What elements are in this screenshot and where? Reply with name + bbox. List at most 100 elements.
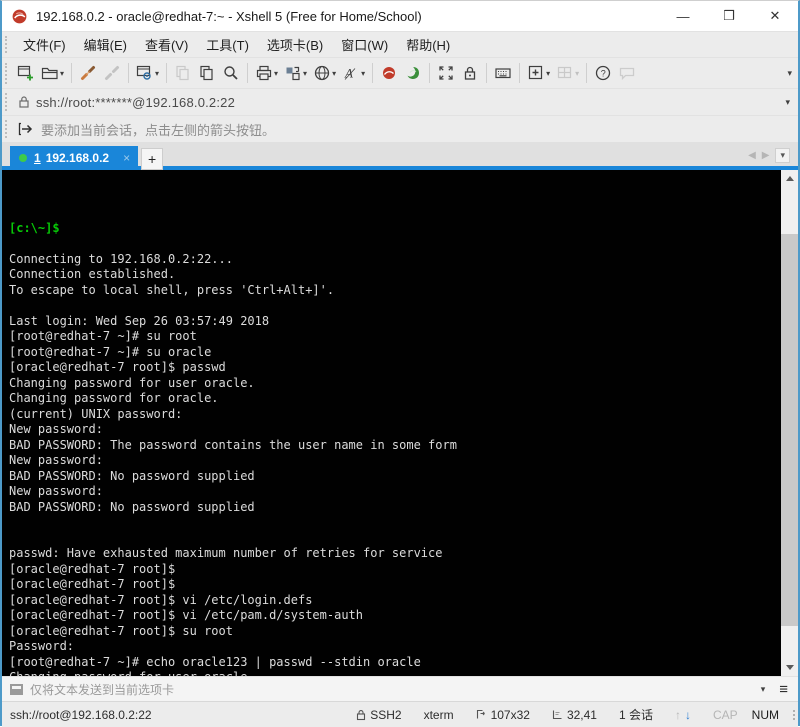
terminal-line [9,298,781,314]
terminal-line: [c:\~]$ [9,221,781,237]
terminal-line: Last login: Wed Sep 26 03:57:49 2018 [9,314,781,330]
terminal-line: To escape to local shell, press 'Ctrl+Al… [9,283,781,299]
open-folder-icon[interactable]: ▾ [38,61,67,86]
font-dropdown-icon[interactable]: ▾ [361,69,365,78]
terminal-line: New password: [9,484,781,500]
print-dropdown-icon[interactable]: ▾ [274,69,278,78]
title-bar: 192.168.0.2 - oracle@redhat-7:~ - Xshell… [2,1,798,31]
web-dropdown-icon[interactable]: ▾ [332,69,336,78]
print-icon[interactable]: ▾ [252,61,281,86]
scrollbar-thumb[interactable] [781,234,798,626]
session-properties-icon[interactable]: ▾ [133,61,162,86]
terminal-line: [oracle@redhat-7 root]$ [9,562,781,578]
tile-windows-icon: ▾ [553,61,582,86]
terminal-line [9,236,781,252]
status-protocol: SSH2 [356,708,401,722]
terminal-line: New password: [9,422,781,438]
status-cursor-position: 32,41 [552,708,597,722]
new-xftp-icon[interactable] [401,61,425,86]
menu-help[interactable]: 帮助(H) [397,31,459,58]
scroll-top-icon[interactable]: ↑ [675,708,681,722]
info-bar: 要添加当前会话，点击左侧的箭头按钮。 [2,115,798,142]
send-menu-icon[interactable]: ≡ [779,681,788,698]
menu-tab[interactable]: 选项卡(B) [258,31,332,58]
copy-icon [171,61,195,86]
tile-dropdown-icon: ▾ [575,69,579,78]
transfer-dropdown-icon[interactable]: ▾ [303,69,307,78]
terminal-line [9,531,781,547]
terminal-line: [root@redhat-7 ~]# echo oracle123 | pass… [9,655,781,671]
menu-bar: 文件(F) 编辑(E) 查看(V) 工具(T) 选项卡(B) 窗口(W) 帮助(… [2,31,798,57]
send-text-bar: 仅将文本发送到当前选项卡 ▾ ≡ [2,676,798,701]
status-lock-icon [356,709,366,721]
terminal-line: BAD PASSWORD: No password supplied [9,500,781,516]
send-target-icon[interactable] [10,684,23,695]
new-tab-button[interactable]: + [141,148,163,170]
new-session-icon[interactable] [14,61,38,86]
terminal-line: [oracle@redhat-7 root]$ su root [9,624,781,640]
minimize-button[interactable]: — [660,1,706,31]
soft-keypad-icon[interactable] [491,61,515,86]
close-button[interactable]: ✕ [752,1,798,31]
properties-dropdown-icon[interactable]: ▾ [155,69,159,78]
terminal-line [9,515,781,531]
tab-close-icon[interactable]: × [123,151,130,165]
menubar-gripper [5,36,10,54]
info-text: 要添加当前会话，点击左侧的箭头按钮。 [34,120,275,139]
tab-label: 192.168.0.2 [46,151,109,165]
status-scroll-arrows[interactable]: ↑ ↓ [675,708,691,722]
terminal-line: [oracle@redhat-7 root]$ vi /etc/login.de… [9,593,781,609]
terminal-line: passwd: Have exhausted maximum number of… [9,546,781,562]
menu-file[interactable]: 文件(F) [14,31,75,58]
session-tab[interactable]: 1 192.168.0.2 × [10,146,138,170]
maximize-button[interactable]: ❒ [706,1,752,31]
terminal-line: [root@redhat-7 ~]# su oracle [9,345,781,361]
find-icon[interactable] [219,61,243,86]
open-dropdown-icon[interactable]: ▾ [60,69,64,78]
menu-view[interactable]: 查看(V) [136,31,197,58]
xshell-logo-icon [11,8,28,25]
address-dropdown-icon[interactable]: ▾ [785,97,790,108]
menu-edit[interactable]: 编辑(E) [75,31,136,58]
scroll-bottom-icon[interactable]: ↓ [685,708,691,722]
terminal-line: (current) UNIX password: [9,407,781,423]
status-size: 107x32 [476,708,530,722]
address-bar: ssh://root:*******@192.168.0.2:22 ▾ [2,88,798,115]
terminal-line: BAD PASSWORD: No password supplied [9,469,781,485]
tab-list-dropdown-icon[interactable]: ▾ [775,148,790,163]
address-input[interactable]: ssh://root:*******@192.168.0.2:22 [30,95,785,110]
resize-grip-icon[interactable] [793,710,795,720]
connect-icon[interactable] [76,61,100,86]
scrollbar-down-icon[interactable] [781,659,798,676]
fullscreen-icon[interactable] [434,61,458,86]
terminal-line: [root@redhat-7 ~]# su root [9,329,781,345]
new-session-tab-icon[interactable]: ▾ [524,61,553,86]
new-tab-dropdown-icon[interactable]: ▾ [546,69,550,78]
add-session-arrow-icon[interactable] [18,121,34,137]
status-terminal-type: xterm [424,708,454,722]
toolbar-overflow-icon[interactable]: ▾ [787,68,792,79]
new-terminal-icon[interactable] [377,61,401,86]
send-text-input[interactable]: 仅将文本发送到当前选项卡 [30,681,761,698]
disconnect-icon [100,61,124,86]
lock-screen-icon[interactable] [458,61,482,86]
tab-bar: 1 192.168.0.2 × + ◀ ▶ ▾ [2,142,798,170]
send-mode-dropdown-icon[interactable]: ▾ [761,684,766,695]
terminal-line: Changing password for oracle. [9,391,781,407]
help-icon[interactable]: ? [591,61,615,86]
status-url: ssh://root@192.168.0.2:22 [2,708,356,722]
font-icon[interactable]: A ▾ [339,61,368,86]
terminal[interactable]: [c:\~]$ Connecting to 192.168.0.2:22...C… [2,170,798,676]
status-caps-lock: CAP [713,708,738,722]
compose-transfer-icon[interactable]: ▾ [281,61,310,86]
tab-status-dot-icon [19,154,27,162]
scrollbar-up-icon[interactable] [781,170,798,187]
terminal-line: Password: [9,639,781,655]
menu-window[interactable]: 窗口(W) [332,31,397,58]
web-browser-icon[interactable]: ▾ [310,61,339,86]
terminal-scrollbar[interactable] [781,170,798,676]
tab-number: 1 [34,151,41,165]
addressbar-gripper [5,93,10,111]
menu-tools[interactable]: 工具(T) [197,31,258,58]
paste-icon[interactable] [195,61,219,86]
